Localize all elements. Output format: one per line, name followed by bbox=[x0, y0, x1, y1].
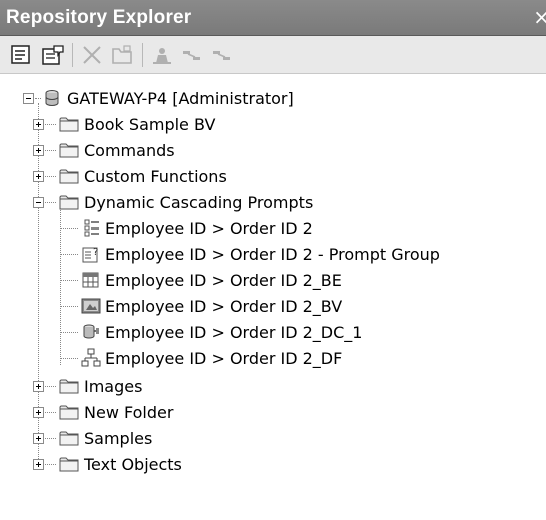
tree-folder-label: Dynamic Cascading Prompts bbox=[84, 193, 314, 212]
expand-icon[interactable] bbox=[33, 381, 44, 392]
expand-icon[interactable] bbox=[33, 119, 44, 130]
tree-folder[interactable]: New Folder bbox=[0, 399, 546, 425]
prompt-icon bbox=[81, 218, 101, 238]
folder-icon bbox=[59, 140, 79, 160]
expand-icon[interactable] bbox=[33, 433, 44, 444]
tree-folder[interactable]: Images bbox=[0, 373, 546, 399]
prompt-group-icon: ? bbox=[81, 244, 101, 264]
folder-icon[interactable] bbox=[110, 43, 134, 67]
link-icon[interactable] bbox=[210, 43, 234, 67]
data-connection-icon bbox=[81, 322, 101, 342]
tree-item-label: Employee ID > Order ID 2_BE bbox=[105, 271, 342, 290]
data-foundation-icon bbox=[81, 348, 101, 368]
folder-icon bbox=[59, 166, 79, 186]
svg-text:?: ? bbox=[93, 247, 98, 258]
tree-item-label: Employee ID > Order ID 2 bbox=[105, 219, 313, 238]
tree-item[interactable]: Employee ID > Order ID 2_DF bbox=[0, 345, 546, 371]
tree-folder-label: Commands bbox=[84, 141, 175, 160]
expand-icon[interactable] bbox=[33, 145, 44, 156]
tree-item[interactable]: Employee ID > Order ID 2_BV bbox=[0, 293, 546, 319]
tree-item-label: Employee ID > Order ID 2 - Prompt Group bbox=[105, 245, 440, 264]
business-element-icon bbox=[81, 270, 101, 290]
tree-folder[interactable]: Commands bbox=[0, 137, 546, 163]
tree-root-label: GATEWAY-P4 [Administrator] bbox=[67, 89, 294, 108]
tree-folder-label: Images bbox=[84, 377, 143, 396]
folder-icon bbox=[59, 428, 79, 448]
link-icon[interactable] bbox=[180, 43, 204, 67]
repository-explorer-panel: Repository Explorer × GATEWAY-P4 [Admini… bbox=[0, 0, 546, 520]
tree-item[interactable]: Employee ID > Order ID 2 bbox=[0, 215, 546, 241]
tree-folder[interactable]: Samples bbox=[0, 425, 546, 451]
tree-folder[interactable]: Custom Functions bbox=[0, 163, 546, 189]
folder-open-icon bbox=[59, 192, 79, 212]
business-view-icon bbox=[81, 296, 101, 316]
folder-icon bbox=[59, 114, 79, 134]
collapse-icon[interactable] bbox=[33, 197, 44, 208]
expand-icon[interactable] bbox=[33, 459, 44, 470]
tree-root[interactable]: GATEWAY-P4 [Administrator] bbox=[0, 85, 546, 111]
tree-folder-label: Samples bbox=[84, 429, 153, 448]
tree-folder[interactable]: Dynamic Cascading Prompts bbox=[0, 189, 546, 215]
expand-icon[interactable] bbox=[33, 407, 44, 418]
title-bar: Repository Explorer × bbox=[0, 0, 546, 36]
toolbar-separator bbox=[72, 43, 73, 67]
collapse-icon[interactable] bbox=[23, 93, 34, 104]
tree-item-label: Employee ID > Order ID 2_BV bbox=[105, 297, 343, 316]
tree-item[interactable]: Employee ID > Order ID 2_DC_1 bbox=[0, 319, 546, 345]
tree-item[interactable]: ? Employee ID > Order ID 2 - Prompt Grou… bbox=[0, 241, 546, 267]
tree-folder-label: Custom Functions bbox=[84, 167, 227, 186]
properties-icon[interactable] bbox=[9, 43, 33, 67]
tree-folder-label: Text Objects bbox=[84, 455, 182, 474]
edit-properties-icon[interactable] bbox=[41, 43, 65, 67]
toolbar-separator bbox=[142, 43, 143, 67]
folder-icon bbox=[59, 402, 79, 422]
tree-item-label: Employee ID > Order ID 2_DC_1 bbox=[105, 323, 363, 342]
database-icon bbox=[42, 88, 62, 108]
tree-folder-label: Book Sample BV bbox=[84, 115, 216, 134]
user-icon[interactable] bbox=[150, 43, 174, 67]
tree-item[interactable]: Employee ID > Order ID 2_BE bbox=[0, 267, 546, 293]
expand-icon[interactable] bbox=[33, 171, 44, 182]
delete-icon[interactable] bbox=[80, 43, 104, 67]
folder-icon bbox=[59, 376, 79, 396]
close-icon[interactable]: × bbox=[533, 5, 546, 29]
folder-icon bbox=[59, 454, 79, 474]
toolbar bbox=[0, 36, 546, 74]
tree-folder[interactable]: Book Sample BV bbox=[0, 111, 546, 137]
tree-item-label: Employee ID > Order ID 2_DF bbox=[105, 349, 343, 368]
tree-folder-label: New Folder bbox=[84, 403, 174, 422]
tree-folder[interactable]: Text Objects bbox=[0, 451, 546, 477]
panel-title: Repository Explorer bbox=[6, 7, 192, 28]
